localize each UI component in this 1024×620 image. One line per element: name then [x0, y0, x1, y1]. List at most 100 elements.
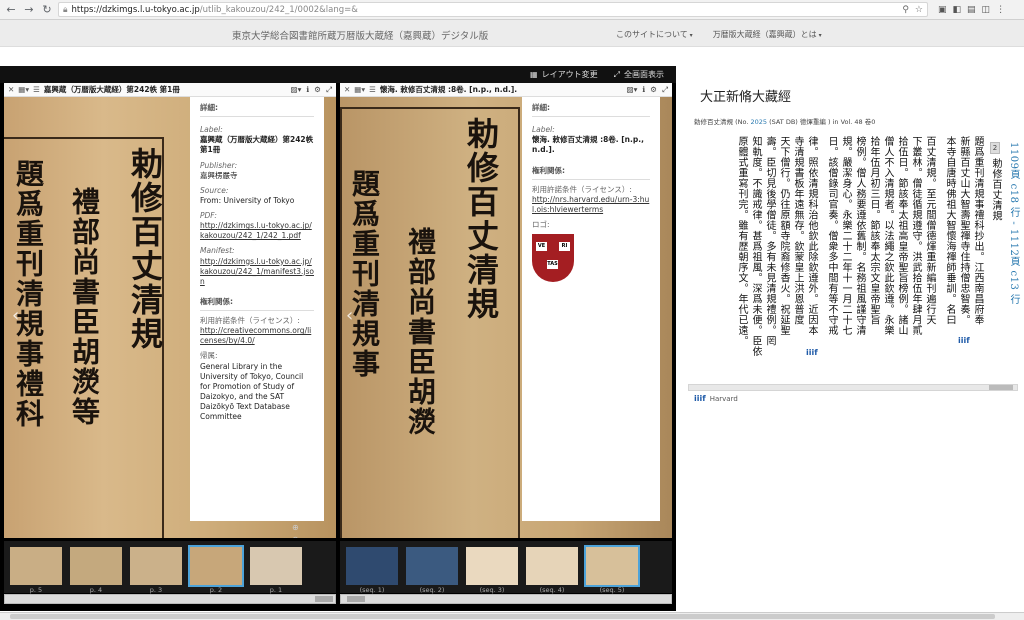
iiif-icon[interactable]: iiif	[806, 348, 818, 357]
expand-icon[interactable]: ⤢	[326, 85, 332, 95]
view-menu-icon[interactable]: ▦▾	[18, 85, 29, 94]
right-window-title: 懷海. 敕修百丈清規 :8卷. [n.p., n.d.].	[379, 85, 518, 94]
forward-icon[interactable]: →	[22, 3, 36, 17]
thumbnail[interactable]: p. 1	[250, 547, 302, 594]
image-tools-icon[interactable]: ▨▾	[627, 85, 638, 95]
close-icon[interactable]: ✕	[8, 85, 14, 94]
left-info-panel: 詳細: Label: 嘉興蔵（万暦版大蔵経）第242帙 第1冊 Publishe…	[190, 97, 324, 521]
prev-page-icon[interactable]: ‹	[12, 305, 19, 326]
left-thumbnail-scrollbar[interactable]	[4, 594, 336, 604]
page-badge: 2	[990, 142, 1000, 154]
right-window-header: ✕ ▦▾ ☰ 懷海. 敕修百丈清規 :8卷. [n.p., n.d.]. ▨▾ …	[340, 83, 672, 97]
info-icon[interactable]: ℹ	[642, 85, 645, 95]
expand-icon: ⤢	[613, 69, 620, 79]
license-key: 利用許諾条件（ライセンス）:	[200, 316, 300, 325]
text-line: 日。該僧錄司官奏。僧衆多中間有等不守戒	[826, 136, 837, 336]
license-link[interactable]: http://creativecommons.org/licenses/by/4…	[200, 326, 314, 346]
thumbnail[interactable]: p. 3	[130, 547, 182, 594]
license-link[interactable]: http://nrs.harvard.edu/urn-3:hul.ois:hlv…	[532, 195, 650, 215]
text-scrollbar[interactable]	[688, 384, 1018, 391]
text-line: 規。嚴潔身心。永樂二十二年十一月二十七	[840, 136, 851, 336]
line-ref-link[interactable]: 1109頁 c18 行 - 1112頁 c13 行	[1008, 142, 1019, 305]
text-line: 拾年伍月初三日。節該奉太宗文皇帝聖旨	[868, 136, 879, 325]
logo-book-3: TAS	[547, 260, 558, 270]
scroll-knob[interactable]	[315, 596, 333, 602]
expand-icon[interactable]: ⤢	[662, 85, 668, 95]
thumbnail[interactable]: p. 5	[10, 547, 62, 594]
page-horizontal-scrollbar[interactable]	[0, 612, 1024, 620]
nav-about[interactable]: このサイトについて	[616, 29, 693, 40]
thumbnail-label: (seq. 3)	[479, 586, 505, 594]
menu-icon[interactable]: ⋮	[996, 5, 1005, 15]
manifest-link[interactable]: http://dzkimgs.l.u-tokyo.ac.jp/kakouzou/…	[200, 257, 314, 287]
thumbnail[interactable]: (seq. 3)	[466, 547, 518, 594]
text-line: 寺清規書板年遠無存。欽蒙皇上洪恩普度	[792, 136, 803, 325]
close-icon[interactable]: ✕	[344, 85, 350, 94]
site-nav: このサイトについて 万暦版大蔵経（嘉興蔵）とは	[616, 29, 822, 40]
right-window: ✕ ▦▾ ☰ 懷海. 敕修百丈清規 :8卷. [n.p., n.d.]. ▨▾ …	[340, 83, 672, 538]
extension-icon-2[interactable]: ◧	[953, 5, 962, 15]
attribution-value: General Library in the University of Tok…	[200, 361, 304, 422]
text-line: 新縣百丈山大智壽聖禪寺住持僧忠智奏。	[958, 136, 969, 325]
star-icon[interactable]: ☆	[915, 5, 923, 15]
scroll-knob[interactable]	[10, 614, 995, 619]
back-icon[interactable]: ←	[4, 3, 18, 17]
zoom-out-icon[interactable]: ⊖	[292, 535, 299, 538]
pdf-link[interactable]: http://dzkimgs.l.u-tokyo.ac.jp/kakouzou/…	[200, 221, 314, 241]
manifest-key: Manifest:	[200, 246, 235, 256]
left-thumbnail-strip: p. 5 p. 4 p. 3 p. 2 p. 1	[4, 541, 336, 594]
text-line: 題爲重刊清規事禮科抄出。江西南昌府奉	[972, 136, 983, 325]
settings-icon[interactable]: ⚙	[314, 85, 321, 95]
thumbnail-label: p. 4	[89, 586, 103, 594]
right-thumbnail-scrollbar[interactable]	[340, 594, 672, 604]
iiif-icon[interactable]: iiif	[694, 394, 706, 403]
settings-icon[interactable]: ⚙	[650, 85, 657, 95]
fullscreen-button[interactable]: ⤢ 全画面表示	[614, 69, 664, 80]
left-window-header: ✕ ▦▾ ☰ 嘉興蔵（万暦版大蔵経）第242帙 第1冊 ▨▾ ℹ ⚙ ⤢	[4, 83, 336, 97]
sat-text-number-link[interactable]: 2025	[750, 118, 767, 126]
thumbnail-label: (seq. 5)	[599, 586, 625, 594]
grid-icon: ▦	[530, 70, 538, 79]
extension-icon-3[interactable]: ▤	[967, 5, 976, 15]
left-window: ✕ ▦▾ ☰ 嘉興蔵（万暦版大蔵経）第242帙 第1冊 ▨▾ ℹ ⚙ ⤢ 勅修百…	[4, 83, 336, 538]
url-path: /utlib_kakouzou/242_1/0002&lang=&	[199, 4, 358, 15]
thumbnail-label: (seq. 4)	[539, 586, 565, 594]
license-key: 利用許諾条件（ライセンス）:	[532, 184, 632, 194]
sat-sub-prefix: 勅修百丈清規 (No.	[694, 118, 751, 126]
image-tools-icon[interactable]: ▨▾	[291, 85, 302, 95]
view-menu-icon[interactable]: ▦▾	[354, 85, 365, 94]
iiif-icon[interactable]: iiif	[958, 336, 970, 345]
harvard-label: Harvard	[709, 394, 738, 403]
page-column-1: 勅修百丈清規	[126, 147, 164, 351]
thumbnail-selected[interactable]: p. 2	[188, 545, 244, 594]
address-bar[interactable]: 🔒︎ https://dzkimgs.l.u-tokyo.ac.jp/utlib…	[58, 2, 928, 17]
reload-icon[interactable]: ↻	[40, 3, 54, 17]
zoom-in-icon[interactable]: ⊕	[292, 523, 299, 532]
scroll-knob[interactable]	[347, 596, 365, 602]
text-line: 榜例。僧人務要遵依舊制。名務祖風謹守清	[854, 136, 865, 336]
extension-icon-1[interactable]: ▣	[938, 5, 947, 15]
extension-icon-4[interactable]: ◫	[982, 5, 991, 15]
label-value: 嘉興蔵（万暦版大蔵経）第242帙 第1冊	[200, 135, 314, 155]
thumbnail-selected[interactable]: (seq. 5)	[584, 545, 640, 594]
source-key: Source:	[200, 185, 229, 195]
thumbnail[interactable]: (seq. 4)	[526, 547, 578, 594]
layout-change-button[interactable]: ▦ レイアウト変更	[530, 69, 598, 80]
thumbnail-label: p. 3	[149, 586, 163, 594]
left-window-title: 嘉興蔵（万暦版大蔵経）第242帙 第1冊	[43, 85, 180, 94]
search-icon[interactable]: ⚲	[902, 5, 909, 15]
info-icon[interactable]: ℹ	[306, 85, 309, 95]
viewer-topbar: ▦ レイアウト変更 ⤢ 全画面表示	[0, 66, 676, 83]
thumbnail[interactable]: (seq. 1)	[346, 547, 398, 594]
layout-label: レイアウト変更	[541, 70, 598, 79]
prev-page-icon[interactable]: ‹	[346, 305, 353, 326]
site-title[interactable]: 東京大学総合図書館所蔵万暦版大蔵経（嘉興蔵）デジタル版	[232, 28, 488, 42]
thumbnail[interactable]: p. 4	[70, 547, 122, 594]
list-icon[interactable]: ☰	[369, 85, 376, 94]
nav-kakouzou[interactable]: 万暦版大蔵経（嘉興蔵）とは	[713, 29, 822, 40]
list-icon[interactable]: ☰	[33, 85, 40, 94]
page-column-1: 勅修百丈清規	[462, 117, 500, 321]
sat-subtitle: 勅修百丈清規 (No. 2025 (SAT DB) 德煇重編 ) in Vol.…	[694, 116, 875, 126]
scroll-knob[interactable]	[989, 385, 1013, 390]
thumbnail[interactable]: (seq. 2)	[406, 547, 458, 594]
